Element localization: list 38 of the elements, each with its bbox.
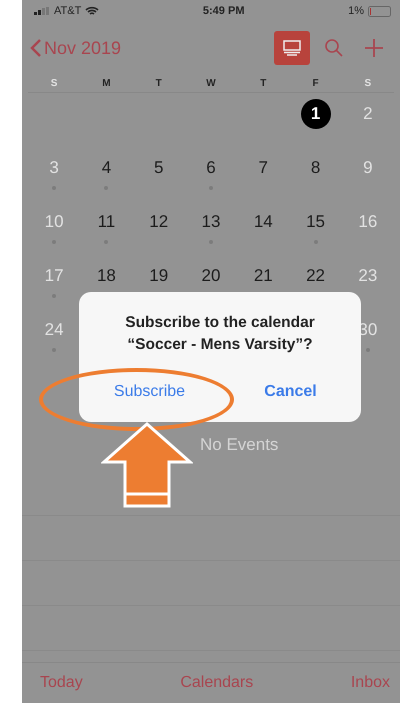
calendar-day[interactable]: 20 [196, 261, 226, 291]
weekday-label: M [102, 78, 111, 88]
calendar-day[interactable]: 13 [196, 207, 226, 237]
calendar-day[interactable]: 18 [91, 261, 122, 291]
battery-percent: 1% [348, 5, 364, 17]
wifi-icon [85, 6, 100, 16]
calendar-day[interactable]: 8 [300, 153, 331, 183]
weekday-label: S [50, 78, 58, 88]
calendar-day[interactable]: 22 [300, 261, 331, 291]
signal-icon [34, 7, 50, 15]
battery-icon [368, 6, 392, 16]
calendar-day[interactable]: 6 [196, 153, 226, 183]
weekday-label: W [206, 78, 216, 88]
alert-button[interactable]: Cancel [220, 382, 361, 402]
clock-time: 5:49 PM [202, 5, 244, 17]
calendar-day[interactable]: 7 [248, 153, 278, 183]
plus-icon [364, 38, 384, 58]
weekday-label: T [156, 78, 162, 88]
carrier-label: AT&T [54, 5, 82, 17]
list-view-button[interactable] [274, 31, 310, 65]
calendar-day[interactable]: 4 [91, 153, 122, 183]
alert-message: Subscribe to the calendar “Soccer - Mens Varsity”? [124, 313, 316, 355]
calendar-day[interactable]: 15 [300, 207, 331, 237]
weekday-label: T [260, 78, 266, 88]
calendar-day[interactable]: 1 [300, 99, 331, 129]
calendar-day[interactable]: 5 [144, 153, 174, 183]
calendar-day[interactable]: 19 [144, 261, 174, 291]
weekday-label: S [364, 78, 372, 88]
no-events-label: No Events [200, 435, 278, 455]
list-view-icon [283, 40, 301, 56]
calendar-day[interactable]: 21 [248, 261, 278, 291]
alert-button[interactable]: Subscribe [79, 382, 220, 402]
calendar-day[interactable]: 12 [144, 207, 174, 237]
search-icon [324, 38, 344, 58]
calendar-day[interactable]: 11 [91, 207, 122, 237]
calendar-day[interactable]: 14 [248, 207, 278, 237]
weekday-label: F [312, 78, 319, 88]
chevron-left-icon [30, 38, 42, 58]
